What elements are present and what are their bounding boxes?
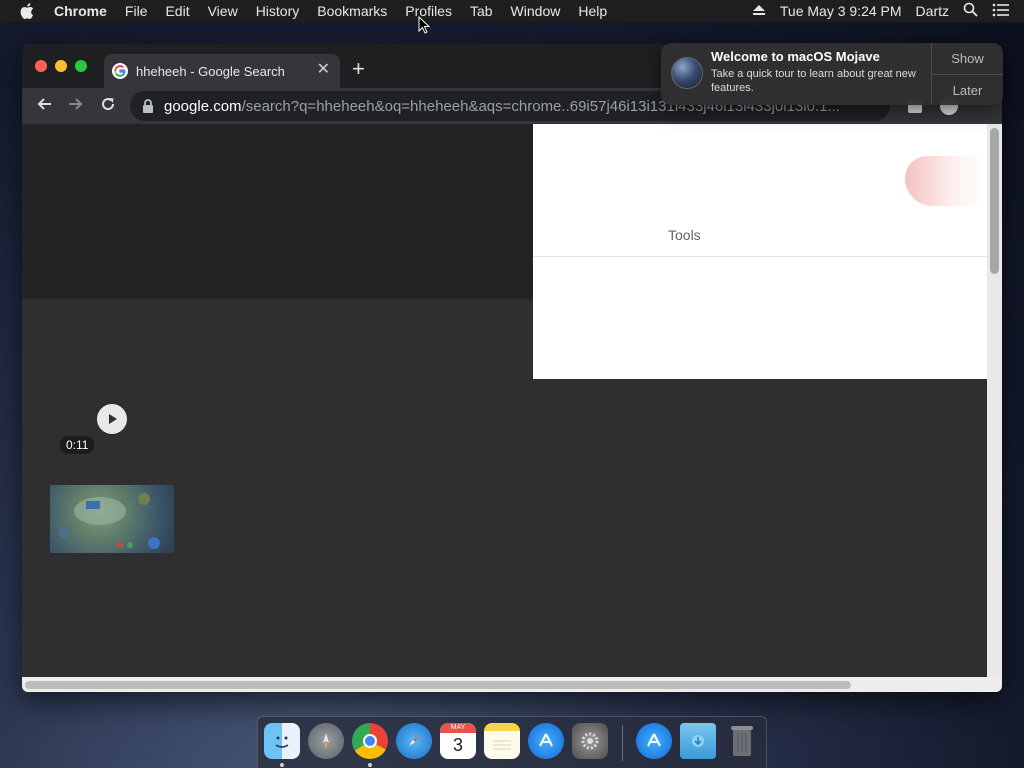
menu-user-name[interactable]: Dartz [916,3,949,19]
close-tab-icon[interactable]: ✕ [317,62,330,78]
macos-mojave-icon [671,57,703,89]
menu-bar: Chrome File Edit View History Bookmarks … [0,0,1024,22]
url-host: google.com [164,97,242,115]
mojave-welcome-notification[interactable]: Welcome to macOS Mojave Take a quick tou… [661,43,1003,105]
minimize-window-icon[interactable] [55,60,67,72]
reload-icon[interactable] [98,96,118,116]
apple-menu-icon[interactable] [18,2,36,20]
chrome-icon[interactable] [352,723,388,759]
chrome-window: hheheeh - Google Search ✕ + google.com /… [22,44,1002,692]
play-icon[interactable] [97,404,127,434]
horizontal-scrollbar[interactable] [22,677,1002,692]
safari-icon[interactable] [396,723,432,759]
calendar-icon[interactable]: MAY 3 [440,723,476,759]
menu-tab[interactable]: Tab [470,3,493,19]
google-favicon-icon [112,63,128,79]
zoom-window-icon[interactable] [75,60,87,72]
tab-google-search[interactable]: hheheeh - Google Search ✕ [104,54,340,88]
menu-view[interactable]: View [208,3,238,19]
notification-center-icon[interactable] [992,3,1010,20]
finder-icon[interactable] [264,723,300,759]
video-duration-badge: 0:11 [60,436,95,454]
tools-button[interactable]: Tools [668,227,701,243]
lock-icon[interactable] [142,99,154,113]
menu-file[interactable]: File [125,3,148,19]
menu-help[interactable]: Help [578,3,607,19]
page-content: Tools 0:11 [22,124,987,677]
back-icon[interactable] [34,96,54,116]
chrome-running-indicator [368,763,372,767]
downloads-folder-icon[interactable] [680,723,716,759]
app-store-download-icon[interactable] [636,723,672,759]
notes-icon[interactable] [484,723,520,759]
doodle-graphic [905,156,987,206]
calendar-day: 3 [452,735,463,755]
app-store-icon[interactable] [528,723,564,759]
search-results-panel: Tools [533,124,987,379]
launchpad-icon[interactable] [308,723,344,759]
menu-window[interactable]: Window [511,3,561,19]
finder-running-indicator [280,763,284,767]
forward-icon[interactable] [66,96,86,116]
notification-body: Take a quick tour to learn about great n… [711,68,916,94]
menu-history[interactable]: History [256,3,300,19]
tab-title: hheheeh - Google Search [136,63,285,79]
menu-bar-extras: Tue May 3 9:24 PM Dartz [752,0,1024,22]
eject-icon[interactable] [752,3,766,19]
dock: MAY 3 [257,716,767,768]
panel-divider [533,256,987,257]
vertical-scrollbar[interactable] [987,124,1002,677]
menu-edit[interactable]: Edit [165,3,189,19]
menu-bookmarks[interactable]: Bookmarks [317,3,387,19]
new-tab-icon[interactable]: + [352,58,365,80]
close-window-icon[interactable] [35,60,47,72]
spotlight-search-icon[interactable] [963,2,978,20]
video-thumbnail[interactable] [50,485,174,553]
vertical-scrollbar-thumb[interactable] [990,128,999,274]
show-button[interactable]: Show [932,43,1003,74]
mouse-cursor-icon [418,16,430,34]
menu-app-chrome[interactable]: Chrome [54,3,107,19]
later-button[interactable]: Later [932,74,1003,105]
horizontal-scrollbar-thumb[interactable] [25,681,851,689]
calendar-month: MAY [440,723,476,733]
menu-clock[interactable]: Tue May 3 9:24 PM [780,3,902,19]
notification-title: Welcome to macOS Mojave [711,49,880,64]
trash-icon[interactable] [724,723,760,759]
system-preferences-icon[interactable] [572,723,608,759]
dock-separator [622,725,623,761]
notification-actions: Show Later [931,43,1003,105]
